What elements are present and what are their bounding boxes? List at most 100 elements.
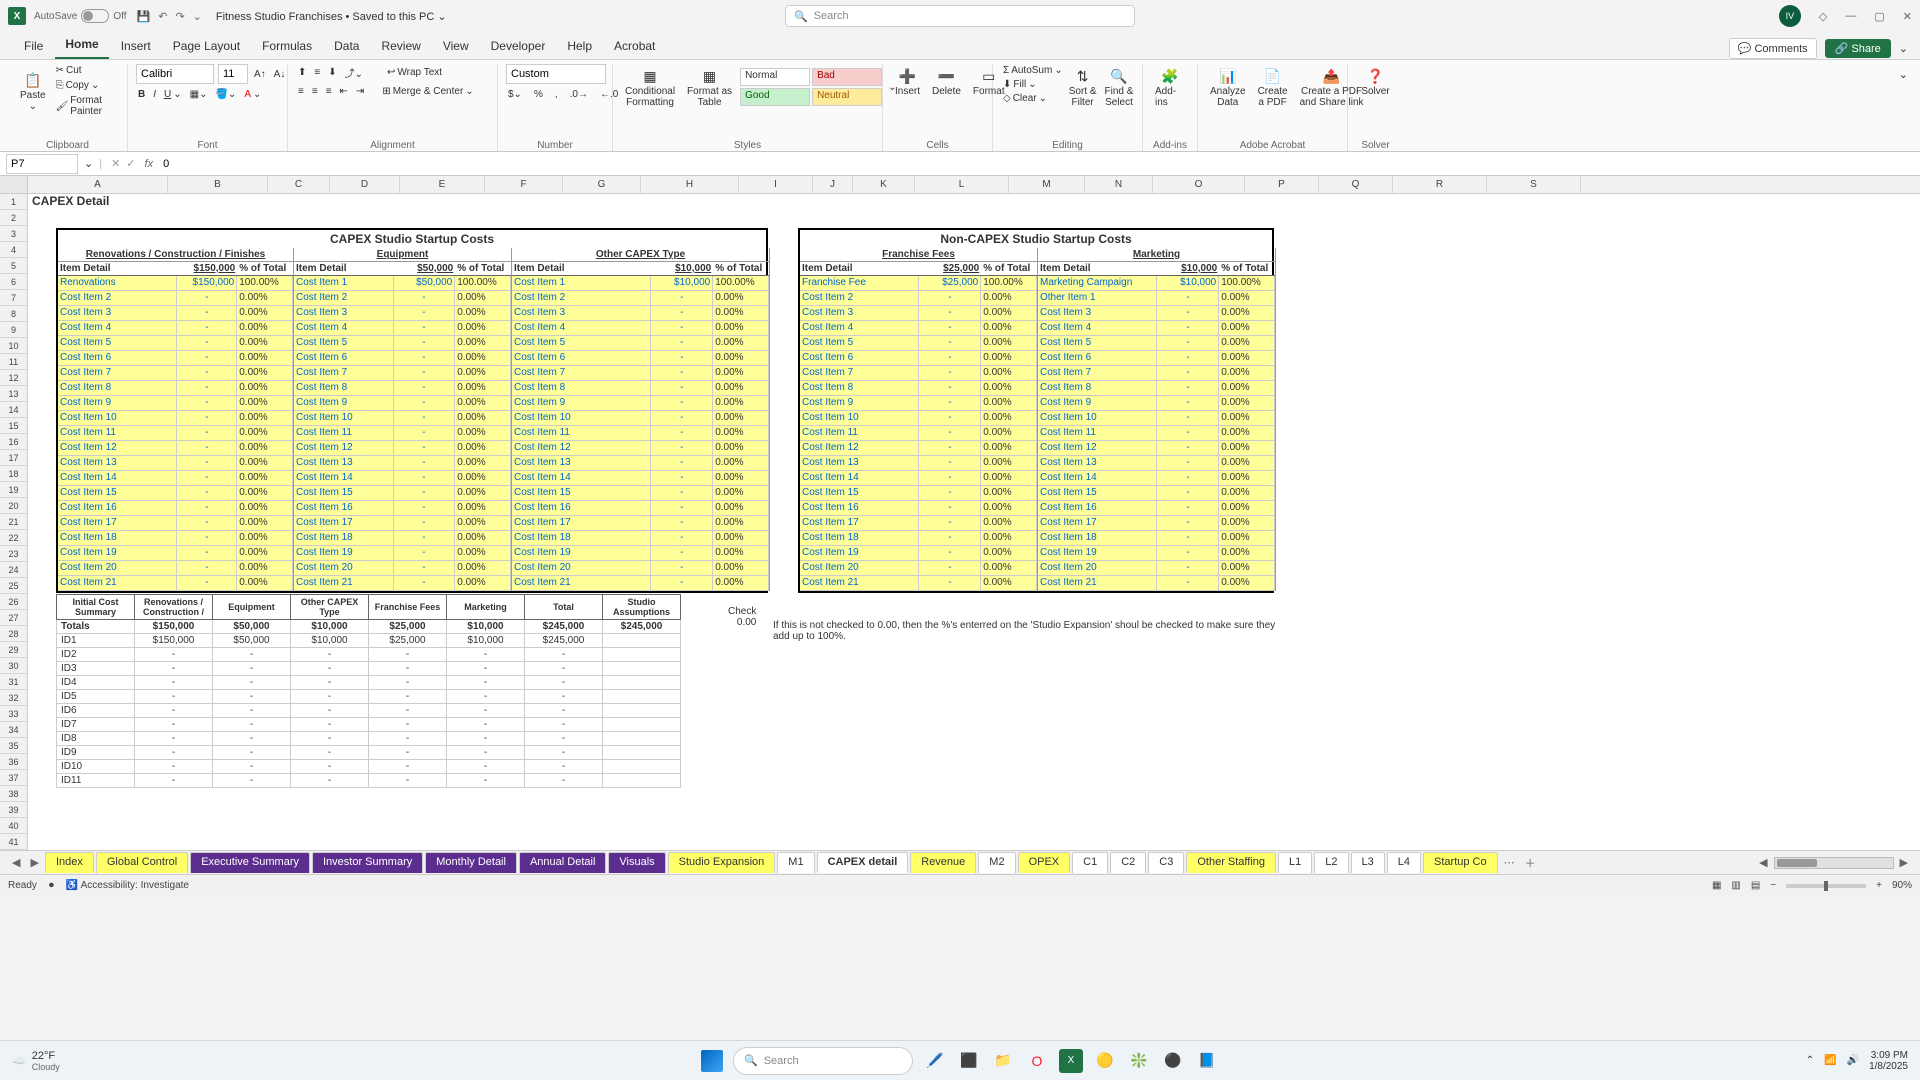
align-middle-icon[interactable]: ≡ xyxy=(312,66,322,79)
column-header[interactable]: L xyxy=(915,176,1009,193)
column-header[interactable]: H xyxy=(641,176,739,193)
underline-button[interactable]: U⌄ xyxy=(162,88,184,101)
ribbon-collapse-icon[interactable]: ⌄ xyxy=(1899,42,1908,55)
row-header[interactable]: 21 xyxy=(0,514,28,530)
row-header[interactable]: 1 xyxy=(0,194,28,210)
sheet-tab[interactable]: L1 xyxy=(1278,852,1312,873)
new-sheet-icon[interactable]: ＋ xyxy=(1521,855,1540,871)
zoom-out-icon[interactable]: − xyxy=(1770,880,1776,891)
tab-help[interactable]: Help xyxy=(557,33,602,59)
row-header[interactable]: 17 xyxy=(0,450,28,466)
row-header[interactable]: 25 xyxy=(0,578,28,594)
tab-data[interactable]: Data xyxy=(324,33,369,59)
solver-button[interactable]: ❓Solver xyxy=(1356,64,1395,99)
sheet-tab[interactable]: L3 xyxy=(1351,852,1385,873)
maximize-icon[interactable]: ▢ xyxy=(1874,10,1884,23)
format-as-table-button[interactable]: ▦Format as Table xyxy=(683,64,736,110)
view-page-layout-icon[interactable]: ▥ xyxy=(1731,880,1740,891)
minimize-icon[interactable]: — xyxy=(1845,10,1856,22)
macro-record-icon[interactable]: ⏺ xyxy=(49,880,54,891)
sheet-tab[interactable]: Other Staffing xyxy=(1186,852,1276,873)
taskbar-app-icon[interactable]: 📘 xyxy=(1195,1049,1219,1073)
undo-icon[interactable]: ↶ xyxy=(158,10,167,23)
row-header[interactable]: 4 xyxy=(0,242,28,258)
sheet-tab[interactable]: C1 xyxy=(1072,852,1108,873)
delete-cells-button[interactable]: ➖Delete xyxy=(928,64,965,99)
namebox-dropdown-icon[interactable]: ⌄ xyxy=(84,157,93,170)
row-header[interactable]: 3 xyxy=(0,226,28,242)
row-header[interactable]: 13 xyxy=(0,386,28,402)
column-header[interactable]: D xyxy=(330,176,400,193)
row-header[interactable]: 34 xyxy=(0,722,28,738)
cell-style-normal[interactable]: Normal xyxy=(740,68,810,86)
fill-button[interactable]: ⬇ Fill ⌄ xyxy=(1001,78,1065,91)
row-header[interactable]: 38 xyxy=(0,786,28,802)
conditional-formatting-button[interactable]: ▦Conditional Formatting xyxy=(621,64,679,110)
sort-filter-button[interactable]: ⇅Sort & Filter xyxy=(1065,64,1101,110)
sheet-tab[interactable]: Startup Co xyxy=(1423,852,1498,873)
sheet-tab[interactable]: OPEX xyxy=(1018,852,1071,873)
column-header[interactable]: N xyxy=(1085,176,1153,193)
row-header[interactable]: 14 xyxy=(0,402,28,418)
cut-button[interactable]: ✂ Cut xyxy=(54,64,119,77)
column-header[interactable]: R xyxy=(1393,176,1487,193)
cell-style-bad[interactable]: Bad xyxy=(812,68,882,86)
sheet-tab[interactable]: L2 xyxy=(1314,852,1348,873)
row-header[interactable]: 24 xyxy=(0,562,28,578)
taskbar-app-icon[interactable]: ⬛ xyxy=(957,1049,981,1073)
horizontal-scrollbar[interactable] xyxy=(1774,857,1894,869)
row-header[interactable]: 39 xyxy=(0,802,28,818)
name-box[interactable] xyxy=(6,154,78,174)
increase-decimal-icon[interactable]: .0→ xyxy=(568,88,590,101)
tab-review[interactable]: Review xyxy=(371,33,430,59)
clock[interactable]: 3:09 PM 1/8/2025 xyxy=(1869,1050,1908,1072)
decrease-font-icon[interactable]: A↓ xyxy=(272,68,288,81)
tab-developer[interactable]: Developer xyxy=(481,33,556,59)
qat-more-icon[interactable]: ⌄ xyxy=(193,10,202,23)
zoom-slider[interactable] xyxy=(1786,884,1866,888)
decrease-indent-icon[interactable]: ⇤ xyxy=(338,85,350,98)
formula-input[interactable] xyxy=(159,154,1920,174)
row-header[interactable]: 2 xyxy=(0,210,28,226)
font-name-input[interactable] xyxy=(136,64,214,84)
row-header[interactable]: 18 xyxy=(0,466,28,482)
row-header[interactable]: 27 xyxy=(0,610,28,626)
font-color-button[interactable]: A⌄ xyxy=(242,88,263,101)
wifi-icon[interactable]: 📶 xyxy=(1824,1055,1836,1066)
sheet-tab[interactable]: Executive Summary xyxy=(190,852,310,873)
close-icon[interactable]: ✕ xyxy=(1903,10,1912,23)
row-header[interactable]: 23 xyxy=(0,546,28,562)
sheet-tab[interactable]: Studio Expansion xyxy=(668,852,776,873)
border-button[interactable]: ▦⌄ xyxy=(188,88,210,101)
analyze-data-button[interactable]: 📊Analyze Data xyxy=(1206,64,1250,110)
sheet-tab[interactable]: Visuals xyxy=(608,852,665,873)
select-all-corner[interactable] xyxy=(0,176,28,193)
insert-cells-button[interactable]: ➕Insert xyxy=(891,64,924,99)
sheet-nav-next-icon[interactable]: ▶ xyxy=(26,856,42,869)
row-header[interactable]: 31 xyxy=(0,674,28,690)
row-header[interactable]: 10 xyxy=(0,338,28,354)
currency-icon[interactable]: $⌄ xyxy=(506,88,524,101)
tab-file[interactable]: File xyxy=(14,33,53,59)
fill-color-button[interactable]: 🪣⌄ xyxy=(213,88,238,101)
column-header[interactable]: K xyxy=(853,176,915,193)
row-header[interactable]: 36 xyxy=(0,754,28,770)
accessibility-status[interactable]: ♿ Accessibility: Investigate xyxy=(66,880,189,891)
row-header[interactable]: 20 xyxy=(0,498,28,514)
tab-view[interactable]: View xyxy=(433,33,479,59)
view-normal-icon[interactable]: ▦ xyxy=(1712,880,1721,891)
row-header[interactable]: 7 xyxy=(0,290,28,306)
sheet-tab[interactable]: Revenue xyxy=(910,852,976,873)
hscroll-right-icon[interactable]: ▶ xyxy=(1896,856,1912,869)
comma-icon[interactable]: , xyxy=(553,88,560,101)
merge-center-button[interactable]: ⊞ Merge & Center ⌄ xyxy=(380,85,475,98)
tab-formulas[interactable]: Formulas xyxy=(252,33,322,59)
sheet-tab[interactable]: Global Control xyxy=(96,852,188,873)
redo-icon[interactable]: ↷ xyxy=(175,10,184,23)
tab-home[interactable]: Home xyxy=(55,31,108,59)
ribbon-expand-icon[interactable]: ⌄ xyxy=(1899,69,1908,81)
opera-icon[interactable]: O xyxy=(1025,1049,1049,1073)
column-header[interactable]: I xyxy=(739,176,813,193)
file-explorer-icon[interactable]: 📁 xyxy=(991,1049,1015,1073)
save-icon[interactable]: 💾 xyxy=(137,10,151,23)
